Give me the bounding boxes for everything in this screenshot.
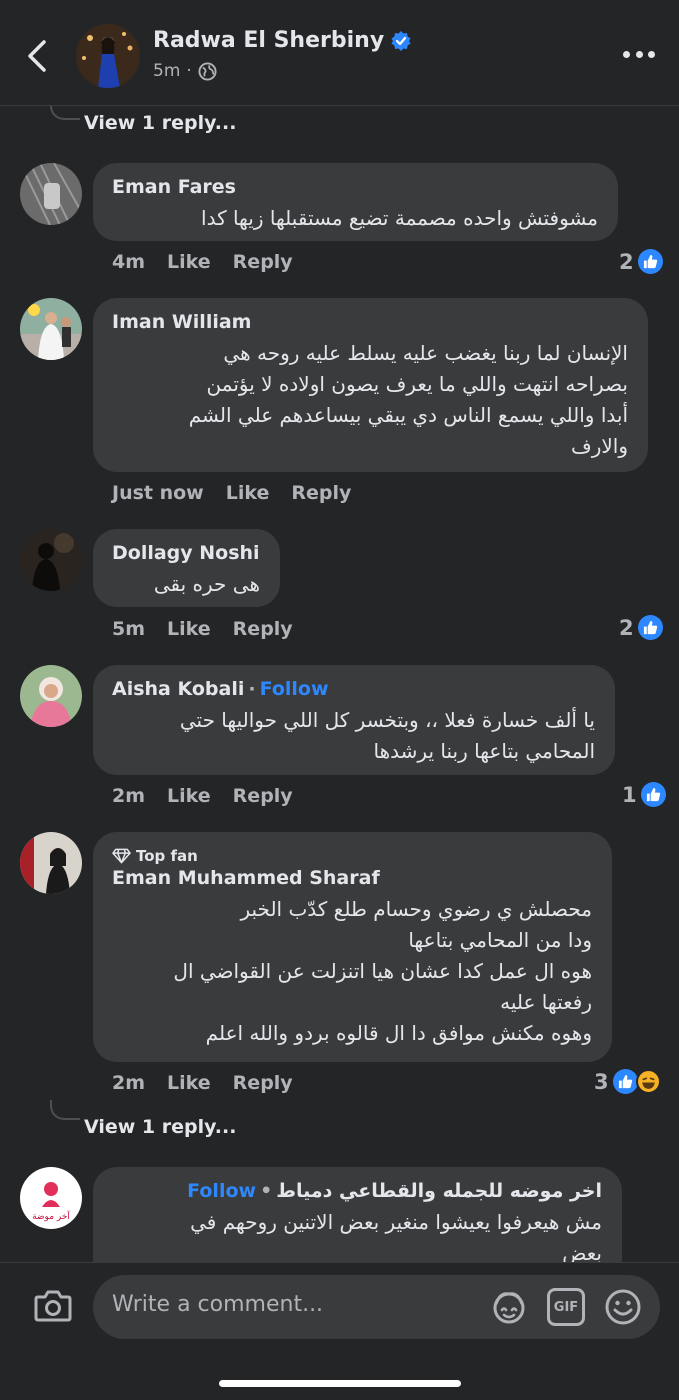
comment-bubble[interactable]: اخر موضه للجمله والقطاعي دمياط•Follow مش… <box>93 1167 622 1262</box>
home-indicator <box>219 1380 461 1387</box>
haha-reaction-icon <box>635 1069 661 1094</box>
reaction-count[interactable]: 2 <box>619 249 663 274</box>
comment-placeholder: Write a comment... <box>112 1292 324 1317</box>
author-avatar[interactable] <box>76 24 140 88</box>
avatar-logo-text: آخر موضة <box>32 1210 70 1222</box>
comment-time: 2m <box>112 1072 146 1094</box>
comment-text: يا ألف خسارة فعلا ،، وبتخسر كل اللي حوال… <box>179 708 595 763</box>
reaction-count[interactable]: 1 <box>622 782 666 807</box>
commenter-name[interactable]: Iman William <box>112 310 628 334</box>
comment-bubble[interactable]: Top fan Eman Muhammed Sharaf محصلش ي رضو… <box>93 832 612 1062</box>
post-meta: 5m · <box>153 61 217 81</box>
globe-icon <box>198 61 217 81</box>
like-button[interactable]: Like <box>167 785 211 807</box>
like-button[interactable]: Like <box>167 1072 211 1094</box>
top-fan-badge: Top fan <box>112 846 592 866</box>
gif-icon[interactable]: GIF <box>547 1288 585 1326</box>
post-header: Radwa El Sherbiny 5m · <box>0 0 679 106</box>
diamond-icon <box>112 848 131 864</box>
reaction-count[interactable]: 3 <box>594 1069 661 1094</box>
meta-separator: · <box>186 61 192 81</box>
camera-icon[interactable] <box>34 1289 72 1323</box>
commenter-name: اخر موضه للجمله والقطاعي دمياط•Follow <box>112 1179 602 1203</box>
reaction-count[interactable]: 2 <box>619 615 663 640</box>
comment-text: مشوفتش واحده مصممة تضيع مستقبلها زيها كد… <box>201 206 598 230</box>
reply-button[interactable]: Reply <box>233 618 293 640</box>
like-button[interactable]: Like <box>167 618 211 640</box>
like-reaction-icon <box>637 249 663 274</box>
reply-button[interactable]: Reply <box>291 482 351 504</box>
commenter-name[interactable]: Dollagy Noshi <box>112 541 260 565</box>
comment-actions: 2m Like Reply <box>112 785 293 807</box>
comment-bubble[interactable]: Eman Fares مشوفتش واحده مصممة تضيع مستقب… <box>93 163 618 241</box>
comment-actions: 4m Like Reply <box>112 251 293 273</box>
comment-time: 2m <box>112 785 146 807</box>
comment-bubble[interactable]: Iman William الإنسان لما ربنا يغضب عليه … <box>93 298 648 472</box>
comment: آخر موضة اخر موضه للجمله والقطاعي دمياط•… <box>0 1167 679 1262</box>
commenter-avatar[interactable] <box>20 665 82 727</box>
verified-badge-icon <box>391 31 411 51</box>
commenter-avatar[interactable]: آخر موضة <box>20 1167 82 1229</box>
follow-button[interactable]: Follow <box>260 678 329 700</box>
avatar-sticker-icon[interactable] <box>490 1288 528 1326</box>
reply-button[interactable]: Reply <box>233 251 293 273</box>
like-reaction-icon <box>612 1069 638 1094</box>
thread-line <box>50 1100 80 1120</box>
commenter-avatar[interactable] <box>20 298 82 360</box>
comment-actions: 5m Like Reply <box>112 618 293 640</box>
comment-text: مش هيعرفوا يعيشوا منغير بعض الاتنين روحه… <box>190 1210 602 1262</box>
name-separator: · <box>248 678 256 700</box>
commenter-avatar[interactable] <box>20 832 82 894</box>
like-reaction-icon <box>637 615 663 640</box>
like-reaction-icon <box>640 782 666 807</box>
comment-text: هى حره بقى <box>153 572 260 596</box>
commenter-name-text[interactable]: اخر موضه للجمله والقطاعي دمياط <box>276 1180 602 1202</box>
comment-text: الإنسان لما ربنا يغضب عليه يسلط عليه روح… <box>188 341 628 458</box>
comment-bubble[interactable]: Aisha Kobali · Follow يا ألف خسارة فعلا ،،… <box>93 665 615 775</box>
comment-bubble[interactable]: Dollagy Noshi هى حره بقى <box>93 529 280 607</box>
commenter-avatar[interactable] <box>20 163 82 225</box>
comment-time: Just now <box>112 482 204 504</box>
commenter-name: Aisha Kobali · Follow <box>112 677 595 701</box>
comment-composer: Write a comment... GIF <box>0 1262 679 1400</box>
view-replies-link[interactable]: View 1 reply... <box>84 112 236 134</box>
like-button[interactable]: Like <box>167 251 211 273</box>
comment-time: 4m <box>112 251 146 273</box>
top-fan-label: Top fan <box>136 847 198 865</box>
view-replies-link[interactable]: View 1 reply... <box>84 1116 236 1138</box>
emoji-icon[interactable] <box>604 1288 642 1326</box>
follow-button[interactable]: Follow <box>187 1180 256 1202</box>
reply-button[interactable]: Reply <box>233 785 293 807</box>
name-separator: • <box>260 1180 273 1202</box>
author-name[interactable]: Radwa El Sherbiny <box>153 28 412 53</box>
back-chevron-icon[interactable] <box>22 36 54 76</box>
like-button[interactable]: Like <box>226 482 270 504</box>
more-icon[interactable] <box>623 47 655 61</box>
reply-button[interactable]: Reply <box>233 1072 293 1094</box>
comment-actions: 2m Like Reply <box>112 1072 293 1094</box>
commenter-name[interactable]: Eman Muhammed Sharaf <box>112 866 592 890</box>
commenter-name[interactable]: Eman Fares <box>112 175 598 199</box>
commenter-avatar[interactable] <box>20 529 82 591</box>
commenter-name-text[interactable]: Aisha Kobali <box>112 678 244 700</box>
post-time: 5m <box>153 61 181 81</box>
comment-text: محصلش ي رضوي وحسام طلع كدّب الخبر ودا من… <box>173 897 592 1045</box>
comment-actions: Just now Like Reply <box>112 482 351 504</box>
comment-time: 5m <box>112 618 146 640</box>
comment-input[interactable]: Write a comment... GIF <box>93 1275 660 1339</box>
